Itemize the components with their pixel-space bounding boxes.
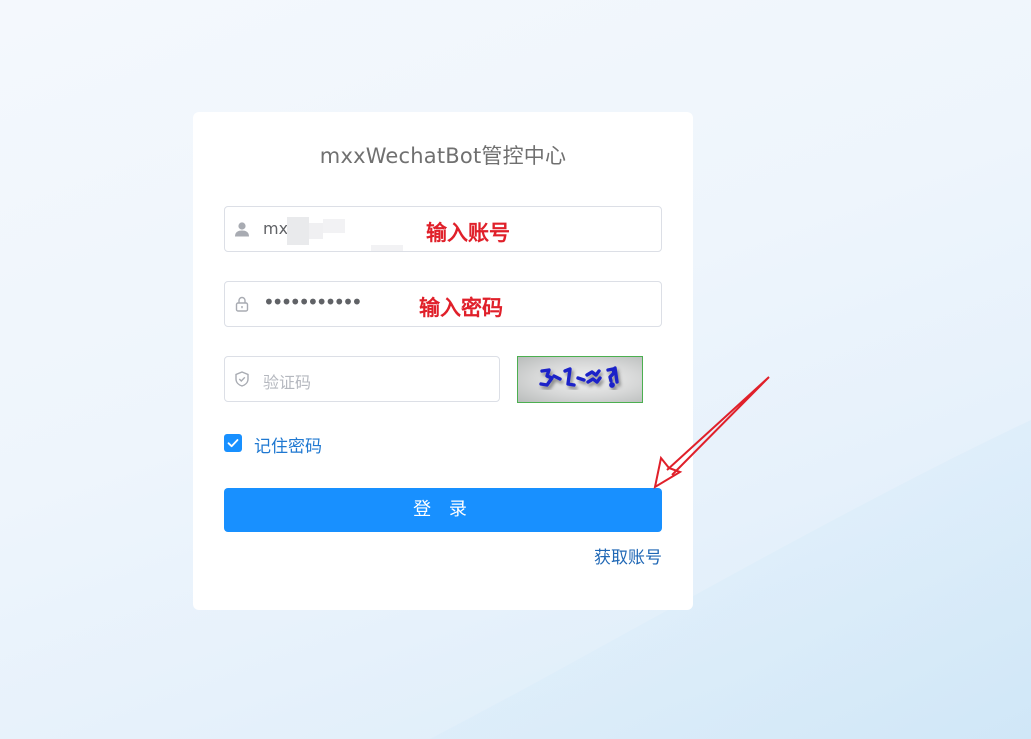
redacted-username-shadow bbox=[371, 245, 403, 251]
login-button[interactable]: 登 录 bbox=[224, 488, 662, 532]
password-field[interactable]: ••••••••••• 输入密码 bbox=[224, 281, 662, 327]
remember-checkbox[interactable] bbox=[224, 434, 242, 452]
remember-label[interactable]: 记住密码 bbox=[254, 432, 322, 457]
shield-icon bbox=[233, 370, 251, 388]
redacted-username-extra bbox=[309, 223, 323, 239]
username-value: mx bbox=[263, 219, 289, 238]
check-icon bbox=[227, 439, 239, 448]
redacted-username-tail bbox=[323, 219, 345, 233]
user-icon bbox=[233, 220, 251, 238]
captcha-placeholder: 验证码 bbox=[263, 373, 312, 392]
captcha-image[interactable] bbox=[517, 356, 643, 403]
login-card: mxxWechatBot管控中心 mx 输入账号 ••••••••••• 输入密… bbox=[193, 112, 693, 610]
username-field[interactable]: mx 输入账号 bbox=[224, 206, 662, 252]
lock-icon bbox=[233, 295, 251, 313]
captcha-field[interactable]: 验证码 bbox=[224, 356, 500, 402]
username-annotation: 输入账号 bbox=[426, 221, 510, 245]
redacted-username bbox=[287, 217, 309, 245]
get-account-link[interactable]: 获取账号 bbox=[594, 543, 662, 568]
password-annotation: 输入密码 bbox=[419, 296, 503, 320]
page-title: mxxWechatBot管控中心 bbox=[319, 144, 567, 168]
password-value: ••••••••••• bbox=[263, 290, 363, 314]
